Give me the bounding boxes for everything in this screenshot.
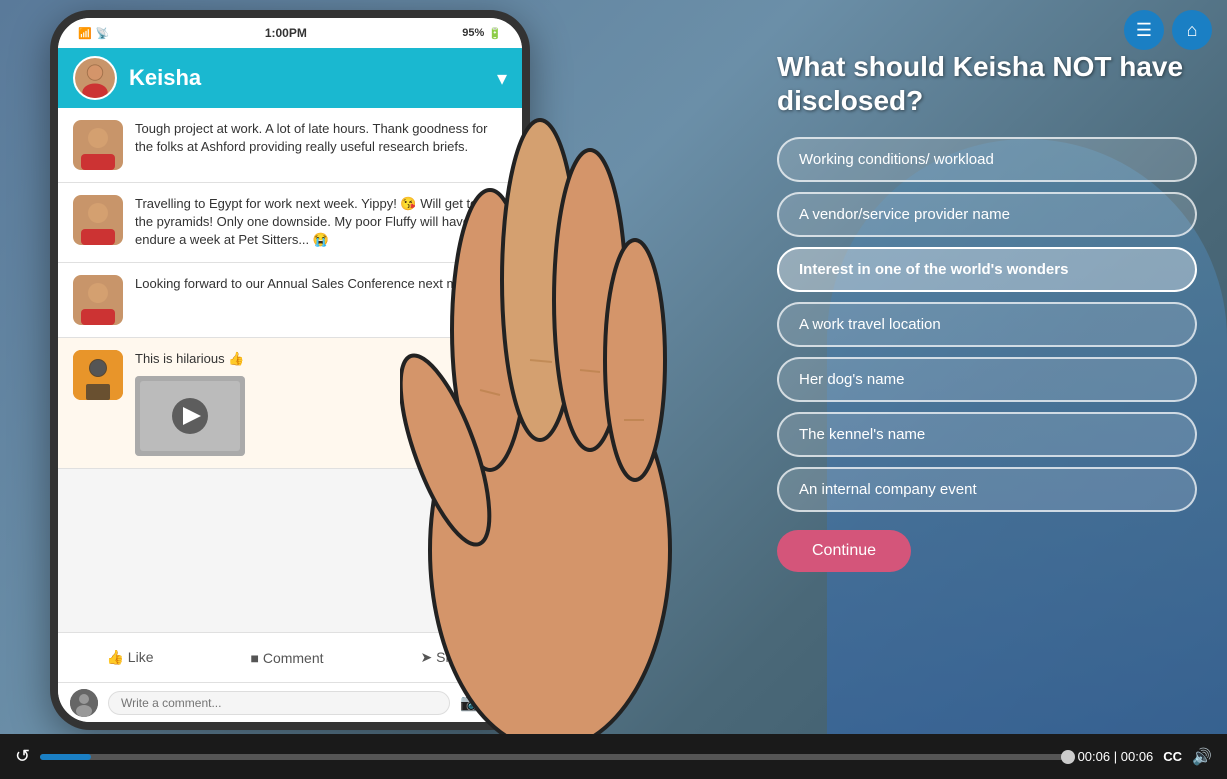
social-header: Keisha ▾	[58, 48, 522, 108]
comment-button[interactable]: ■ Comment	[250, 650, 323, 666]
progress-fill	[40, 754, 91, 760]
comment-user-avatar	[70, 689, 98, 717]
answer-option-2[interactable]: A vendor/service provider name	[777, 192, 1197, 237]
phone-container: 📶 📡 1:00PM 95% 🔋 Keisha ▾	[50, 10, 550, 750]
home-button[interactable]: ⌂	[1172, 10, 1212, 50]
battery-icon: 🔋	[488, 27, 502, 40]
share-button[interactable]: ➤ Share	[421, 649, 474, 666]
post-text-1: Tough project at work. A lot of late hou…	[135, 120, 507, 170]
sticker-icon: 🙂	[490, 693, 510, 713]
post-item: Travelling to Egypt for work next week. …	[58, 183, 522, 263]
question-panel: What should Keisha NOT have disclosed? W…	[777, 50, 1197, 572]
answer-option-1[interactable]: Working conditions/ workload	[777, 137, 1197, 182]
bottom-bar: ↺ 00:06 | 00:06 CC 🔊	[0, 734, 1227, 779]
time-display: 00:06 | 00:06	[1078, 749, 1154, 764]
profile-name: Keisha	[129, 65, 201, 91]
answer-option-4[interactable]: A work travel location	[777, 302, 1197, 347]
camera-icon: 📷	[460, 693, 480, 713]
comment-bar: 📷 🙂	[58, 682, 522, 722]
like-button[interactable]: 👍 Like	[106, 649, 153, 666]
progress-dot	[1061, 750, 1075, 764]
cc-button[interactable]: CC	[1163, 749, 1182, 764]
time-total: 00:06	[1121, 749, 1154, 764]
question-title: What should Keisha NOT have disclosed?	[777, 50, 1197, 117]
post-item: Looking forward to our Annual Sales Conf…	[58, 263, 522, 338]
post-avatar-3	[73, 275, 123, 325]
top-bar: ☰ ⌂	[1109, 0, 1227, 60]
post-avatar-2	[73, 195, 123, 245]
comment-input[interactable]	[108, 691, 450, 715]
post-avatar-4	[73, 350, 123, 400]
wifi-icon: 📡	[96, 27, 110, 40]
post-content-4: This is hilarious 👍	[135, 350, 507, 456]
answer-option-7[interactable]: An internal company event	[777, 467, 1197, 512]
answer-option-6[interactable]: The kennel's name	[777, 412, 1197, 457]
post-item: Tough project at work. A lot of late hou…	[58, 108, 522, 183]
post-text-2: Travelling to Egypt for work next week. …	[135, 195, 507, 250]
social-actions-bar: 👍 Like ■ Comment ➤ Share	[58, 632, 522, 682]
volume-button[interactable]: 🔊	[1192, 747, 1212, 767]
signal-indicator: 📶 📡	[78, 27, 109, 40]
answer-option-3[interactable]: Interest in one of the world's wonders	[777, 247, 1197, 292]
header-avatar	[73, 56, 117, 100]
time-current: 00:06	[1078, 749, 1111, 764]
progress-bar[interactable]	[40, 754, 1067, 760]
post-avatar-1	[73, 120, 123, 170]
post-image-thumb[interactable]	[135, 376, 245, 456]
status-time: 1:00PM	[265, 26, 307, 40]
dropdown-icon[interactable]: ▾	[497, 66, 507, 91]
post-text-4: This is hilarious 👍	[135, 350, 507, 368]
post-item: This is hilarious 👍	[58, 338, 522, 469]
answer-option-5[interactable]: Her dog's name	[777, 357, 1197, 402]
phone-frame: 📶 📡 1:00PM 95% 🔋 Keisha ▾	[50, 10, 530, 730]
post-text-3: Looking forward to our Annual Sales Conf…	[135, 275, 507, 325]
phone-status-bar: 📶 📡 1:00PM 95% 🔋	[58, 18, 522, 48]
battery-text: 95%	[462, 27, 484, 39]
phone-feed: Tough project at work. A lot of late hou…	[58, 108, 522, 632]
signal-bars: 📶	[78, 27, 92, 40]
continue-button[interactable]: Continue	[777, 530, 911, 572]
battery-indicator: 95% 🔋	[462, 27, 502, 40]
menu-button[interactable]: ☰	[1124, 10, 1164, 50]
time-separator: |	[1114, 749, 1121, 764]
replay-button[interactable]: ↺	[15, 746, 30, 767]
